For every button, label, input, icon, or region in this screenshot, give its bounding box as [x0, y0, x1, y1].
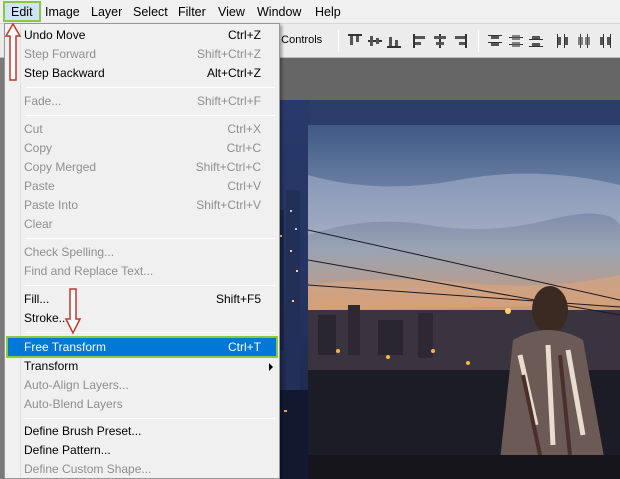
- menu-edit[interactable]: Edit: [3, 1, 41, 22]
- submenu-arrow-icon: [269, 363, 273, 371]
- menu-item-step-backward[interactable]: Step Backward Alt+Ctrl+Z: [7, 64, 277, 83]
- menu-item-check-spelling[interactable]: Check Spelling...: [7, 243, 277, 262]
- photo-layer[interactable]: [308, 125, 620, 479]
- distribute-hcenter-icon[interactable]: [576, 33, 592, 49]
- menu-item-free-transform[interactable]: Free Transform Ctrl+T: [6, 336, 278, 358]
- menu-item-step-forward[interactable]: Step Forward Shift+Ctrl+Z: [7, 45, 277, 64]
- menu-item-define-brush[interactable]: Define Brush Preset...: [7, 422, 277, 441]
- menu-divider: [25, 418, 275, 419]
- align-hcenter-icon[interactable]: [432, 33, 448, 49]
- menu-divider: [25, 115, 275, 116]
- menu-image[interactable]: Image: [39, 0, 86, 24]
- distribute-top-icon[interactable]: [487, 33, 503, 49]
- toolbar-separator: [338, 30, 339, 52]
- menu-filter[interactable]: Filter: [172, 0, 212, 24]
- menu-item-stroke[interactable]: Stroke...: [7, 309, 277, 328]
- menu-item-transform[interactable]: Transform: [7, 357, 277, 376]
- menu-item-cut[interactable]: Cut Ctrl+X: [7, 120, 277, 139]
- menu-item-auto-blend[interactable]: Auto-Blend Layers: [7, 395, 277, 414]
- menu-divider: [25, 285, 275, 286]
- down-arrow-annotation-icon: [64, 288, 82, 335]
- up-arrow-annotation-icon: [4, 22, 22, 81]
- distribute-left-icon[interactable]: [555, 33, 571, 49]
- align-right-icon[interactable]: [452, 33, 468, 49]
- menu-divider: [25, 238, 275, 239]
- menu-item-find-replace[interactable]: Find and Replace Text...: [7, 262, 277, 281]
- menu-item-define-pattern[interactable]: Define Pattern...: [7, 441, 277, 460]
- menu-item-paste[interactable]: Paste Ctrl+V: [7, 177, 277, 196]
- menu-bar: Edit Image Layer Select Filter View Wind…: [0, 0, 620, 24]
- edit-menu-dropdown: Undo Move Ctrl+Z Step Forward Shift+Ctrl+Z…: [4, 23, 280, 479]
- toolbar-separator: [478, 30, 479, 52]
- align-bottom-icon[interactable]: [386, 33, 402, 49]
- menu-item-auto-align[interactable]: Auto-Align Layers...: [7, 376, 277, 395]
- menu-item-fill[interactable]: Fill... Shift+F5: [7, 290, 277, 309]
- menu-item-define-custom-shape[interactable]: Define Custom Shape...: [7, 460, 277, 479]
- menu-select[interactable]: Select: [127, 0, 174, 24]
- distribute-right-icon[interactable]: [597, 33, 613, 49]
- menu-layer[interactable]: Layer: [85, 0, 128, 24]
- align-left-icon[interactable]: [412, 33, 428, 49]
- menu-view[interactable]: View: [212, 0, 251, 24]
- menu-item-undo-move[interactable]: Undo Move Ctrl+Z: [7, 26, 277, 45]
- menu-item-clear[interactable]: Clear: [7, 215, 277, 234]
- menu-window[interactable]: Window: [251, 0, 307, 24]
- menu-item-paste-into[interactable]: Paste Into Shift+Ctrl+V: [7, 196, 277, 215]
- menu-help[interactable]: Help: [309, 0, 347, 24]
- menu-item-fade[interactable]: Fade... Shift+Ctrl+F: [7, 92, 277, 111]
- menu-divider: [25, 87, 275, 88]
- align-vcenter-icon[interactable]: [367, 33, 383, 49]
- distribute-bottom-icon[interactable]: [528, 33, 544, 49]
- menu-item-copy[interactable]: Copy Ctrl+C: [7, 139, 277, 158]
- align-top-icon[interactable]: [347, 33, 363, 49]
- distribute-vcenter-icon[interactable]: [508, 33, 524, 49]
- menu-item-copy-merged[interactable]: Copy Merged Shift+Ctrl+C: [7, 158, 277, 177]
- menu-divider: [25, 332, 275, 333]
